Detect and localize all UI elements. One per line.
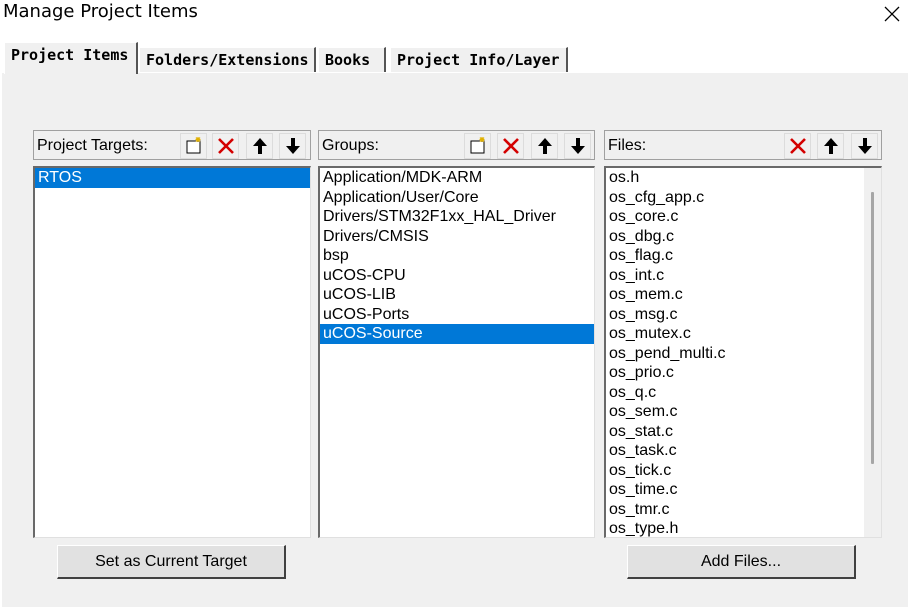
add-files-button[interactable]: Add Files... <box>627 545 856 579</box>
files-list[interactable]: os.h os_cfg_app.c os_core.c os_dbg.c os_… <box>604 166 882 538</box>
move-group-up-button[interactable] <box>531 133 558 159</box>
list-item[interactable]: os_core.c <box>606 207 881 227</box>
list-item[interactable]: os_task.c <box>606 441 881 461</box>
list-item[interactable]: os_prio.c <box>606 363 881 383</box>
tab-strip: Project Items Folders/Extensions Books P… <box>0 40 910 74</box>
files-label: Files: <box>608 137 647 154</box>
target-item-rtos[interactable]: RTOS <box>35 168 310 188</box>
arrow-down-icon <box>857 138 872 154</box>
arrow-down-icon <box>570 138 585 154</box>
list-item[interactable]: Application/User/Core <box>320 188 594 208</box>
move-group-down-button[interactable] <box>564 133 591 159</box>
list-item[interactable]: os_time.c <box>606 480 881 500</box>
delete-group-button[interactable] <box>497 133 524 159</box>
project-targets-label: Project Targets: <box>37 137 148 154</box>
arrow-up-icon <box>252 138 267 154</box>
new-item-icon <box>186 137 200 154</box>
list-item-selected[interactable]: uCOS-Source <box>320 324 594 344</box>
delete-icon <box>502 138 519 154</box>
delete-target-button[interactable] <box>212 133 239 159</box>
groups-group: Groups: Application/MDK-ARM Application/… <box>318 130 595 538</box>
groups-label: Groups: <box>322 137 379 154</box>
set-current-target-button[interactable]: Set as Current Target <box>57 545 286 579</box>
list-item[interactable]: os_flag.c <box>606 246 881 266</box>
delete-icon <box>789 138 806 154</box>
arrow-up-icon <box>823 138 838 154</box>
list-item[interactable]: os_type.h <box>606 519 881 537</box>
list-item[interactable]: bsp <box>320 246 594 266</box>
list-item[interactable]: os_tick.c <box>606 461 881 481</box>
new-target-button[interactable] <box>180 133 207 159</box>
list-item[interactable]: Drivers/STM32F1xx_HAL_Driver <box>320 207 594 227</box>
close-icon <box>884 6 900 22</box>
list-item[interactable]: os_int.c <box>606 266 881 286</box>
list-item[interactable]: os_sem.c <box>606 402 881 422</box>
tab-project-items[interactable]: Project Items <box>4 42 138 74</box>
groups-header: Groups: <box>318 130 595 160</box>
delete-icon <box>217 138 234 154</box>
files-header: Files: <box>604 130 882 160</box>
list-item[interactable]: uCOS-CPU <box>320 266 594 286</box>
list-item[interactable]: os_msg.c <box>606 305 881 325</box>
files-group: Files: os.h os_cfg_app.c os_core.c os_db… <box>604 130 882 538</box>
tab-project-info-layer[interactable]: Project Info/Layer <box>390 47 568 72</box>
list-item[interactable]: Drivers/CMSIS <box>320 227 594 247</box>
groups-list[interactable]: Application/MDK-ARM Application/User/Cor… <box>318 166 595 538</box>
move-target-down-button[interactable] <box>279 133 306 159</box>
arrow-up-icon <box>537 138 552 154</box>
files-scrollbar[interactable] <box>864 168 881 537</box>
list-item[interactable]: os_mem.c <box>606 285 881 305</box>
close-button[interactable] <box>874 0 910 28</box>
list-item[interactable]: os_mutex.c <box>606 324 881 344</box>
list-item[interactable]: os.h <box>606 168 881 188</box>
move-target-up-button[interactable] <box>246 133 273 159</box>
list-item[interactable]: uCOS-Ports <box>320 305 594 325</box>
title-bar: Manage Project Items <box>0 0 910 30</box>
list-item[interactable]: os_tmr.c <box>606 500 881 520</box>
arrow-down-icon <box>285 138 300 154</box>
list-item[interactable]: Application/MDK-ARM <box>320 168 594 188</box>
new-group-button[interactable] <box>464 133 491 159</box>
tab-folders-extensions[interactable]: Folders/Extensions <box>139 47 316 72</box>
move-file-down-button[interactable] <box>851 133 878 159</box>
list-item[interactable]: os_dbg.c <box>606 227 881 247</box>
list-item[interactable]: os_pend_multi.c <box>606 344 881 364</box>
project-targets-list[interactable]: RTOS <box>33 166 311 538</box>
move-file-up-button[interactable] <box>817 133 844 159</box>
window-title: Manage Project Items <box>3 1 198 22</box>
list-item[interactable]: os_cfg_app.c <box>606 188 881 208</box>
project-targets-group: Project Targets: RTOS <box>33 130 311 538</box>
files-scroll-thumb[interactable] <box>871 192 874 464</box>
project-targets-header: Project Targets: <box>33 130 311 160</box>
list-item[interactable]: os_q.c <box>606 383 881 403</box>
tab-books[interactable]: Books <box>318 47 386 72</box>
delete-file-button[interactable] <box>784 133 811 159</box>
new-item-icon <box>470 137 484 154</box>
list-item[interactable]: uCOS-LIB <box>320 285 594 305</box>
list-item[interactable]: os_stat.c <box>606 422 881 442</box>
